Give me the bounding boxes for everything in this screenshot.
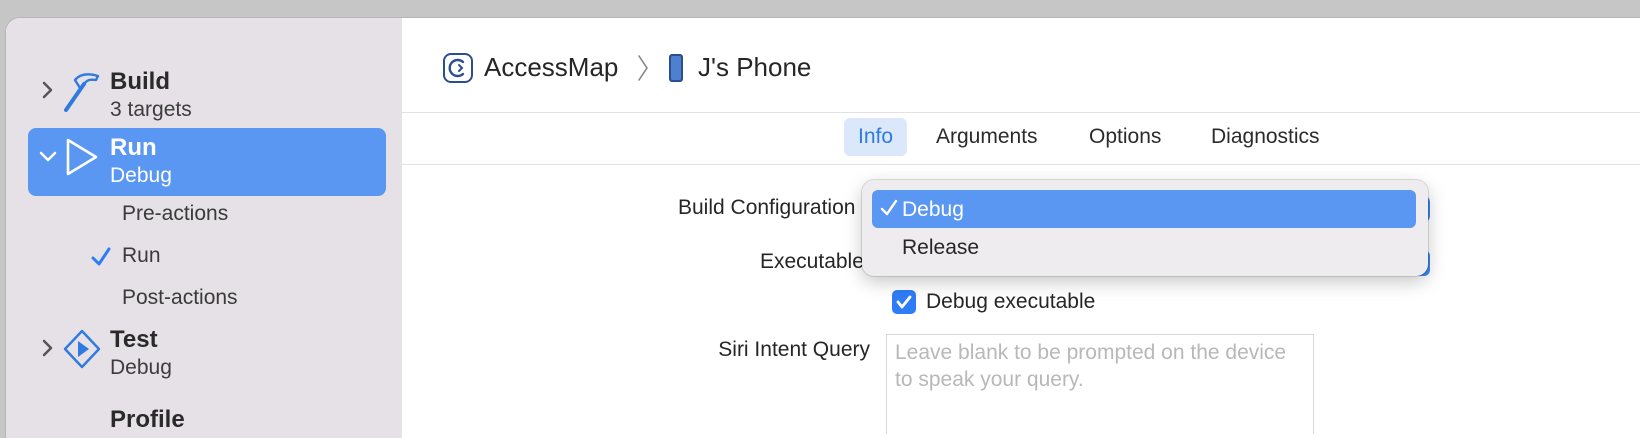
scheme-title: Test (110, 326, 158, 353)
menu-item-label: Debug (902, 198, 964, 221)
play-outline-icon (66, 138, 98, 176)
test-diamond-icon (63, 329, 101, 369)
scheme-title: Run (110, 134, 157, 161)
build-configuration-label: Build Configuration (678, 196, 856, 219)
sidebar-subitem-post-actions[interactable]: Post-actions (122, 286, 238, 310)
siri-intent-query-field[interactable]: Leave blank to be prompted on the device… (886, 334, 1314, 434)
checkmark-icon (896, 295, 912, 309)
sidebar-item-profile[interactable]: Profile (110, 406, 185, 434)
scheme-title: Build (110, 68, 170, 95)
menu-item-debug[interactable]: Debug (872, 190, 1416, 228)
executable-label: Executable (760, 250, 864, 273)
breadcrumb-device[interactable]: J's Phone (698, 52, 811, 83)
breadcrumb-app[interactable]: AccessMap (484, 52, 618, 83)
scheme-sidebar: Build 3 targets Run Debug Pre-actions Ru… (6, 18, 402, 438)
debug-executable-label[interactable]: Debug executable (926, 290, 1095, 314)
tab-bar: Info Arguments Options Diagnostics (402, 112, 1640, 165)
chevron-right-icon[interactable] (36, 78, 60, 102)
scheme-subtitle: Debug (110, 164, 172, 187)
siri-intent-query-label: Siri Intent Query (718, 338, 870, 361)
menu-item-release[interactable]: Release (872, 228, 1416, 266)
tab-arguments[interactable]: Arguments (922, 118, 1052, 156)
scheme-editor-window: Build 3 targets Run Debug Pre-actions Ru… (6, 18, 1640, 438)
tab-diagnostics[interactable]: Diagnostics (1197, 118, 1334, 156)
scheme-subtitle: Debug (110, 356, 172, 379)
debug-executable-checkbox[interactable] (892, 290, 916, 314)
build-configuration-menu: Debug Release (862, 180, 1428, 276)
chevron-down-icon[interactable] (36, 144, 60, 168)
checkmark-icon (91, 247, 111, 266)
checkmark-icon (880, 199, 898, 216)
sidebar-subitem-run[interactable]: Run (122, 244, 161, 268)
iphone-icon (669, 54, 683, 82)
hammer-icon (64, 73, 100, 112)
breadcrumb: AccessMap J's Phone (402, 18, 1640, 113)
sidebar-item-run[interactable]: Run Debug (28, 128, 386, 196)
breadcrumb-separator-icon (638, 55, 648, 81)
app-icon[interactable] (442, 52, 474, 84)
sidebar-item-test[interactable]: Test Debug (28, 320, 386, 388)
chevron-right-icon[interactable] (36, 336, 60, 360)
scheme-subtitle: 3 targets (110, 98, 192, 121)
sidebar-item-build[interactable]: Build 3 targets (28, 62, 386, 130)
menu-item-label: Release (902, 236, 980, 259)
tab-options[interactable]: Options (1075, 118, 1175, 156)
tab-info[interactable]: Info (844, 118, 908, 156)
sidebar-subitem-pre-actions[interactable]: Pre-actions (122, 202, 228, 226)
scheme-detail-pane: AccessMap J's Phone Info Arguments Optio… (402, 18, 1640, 438)
